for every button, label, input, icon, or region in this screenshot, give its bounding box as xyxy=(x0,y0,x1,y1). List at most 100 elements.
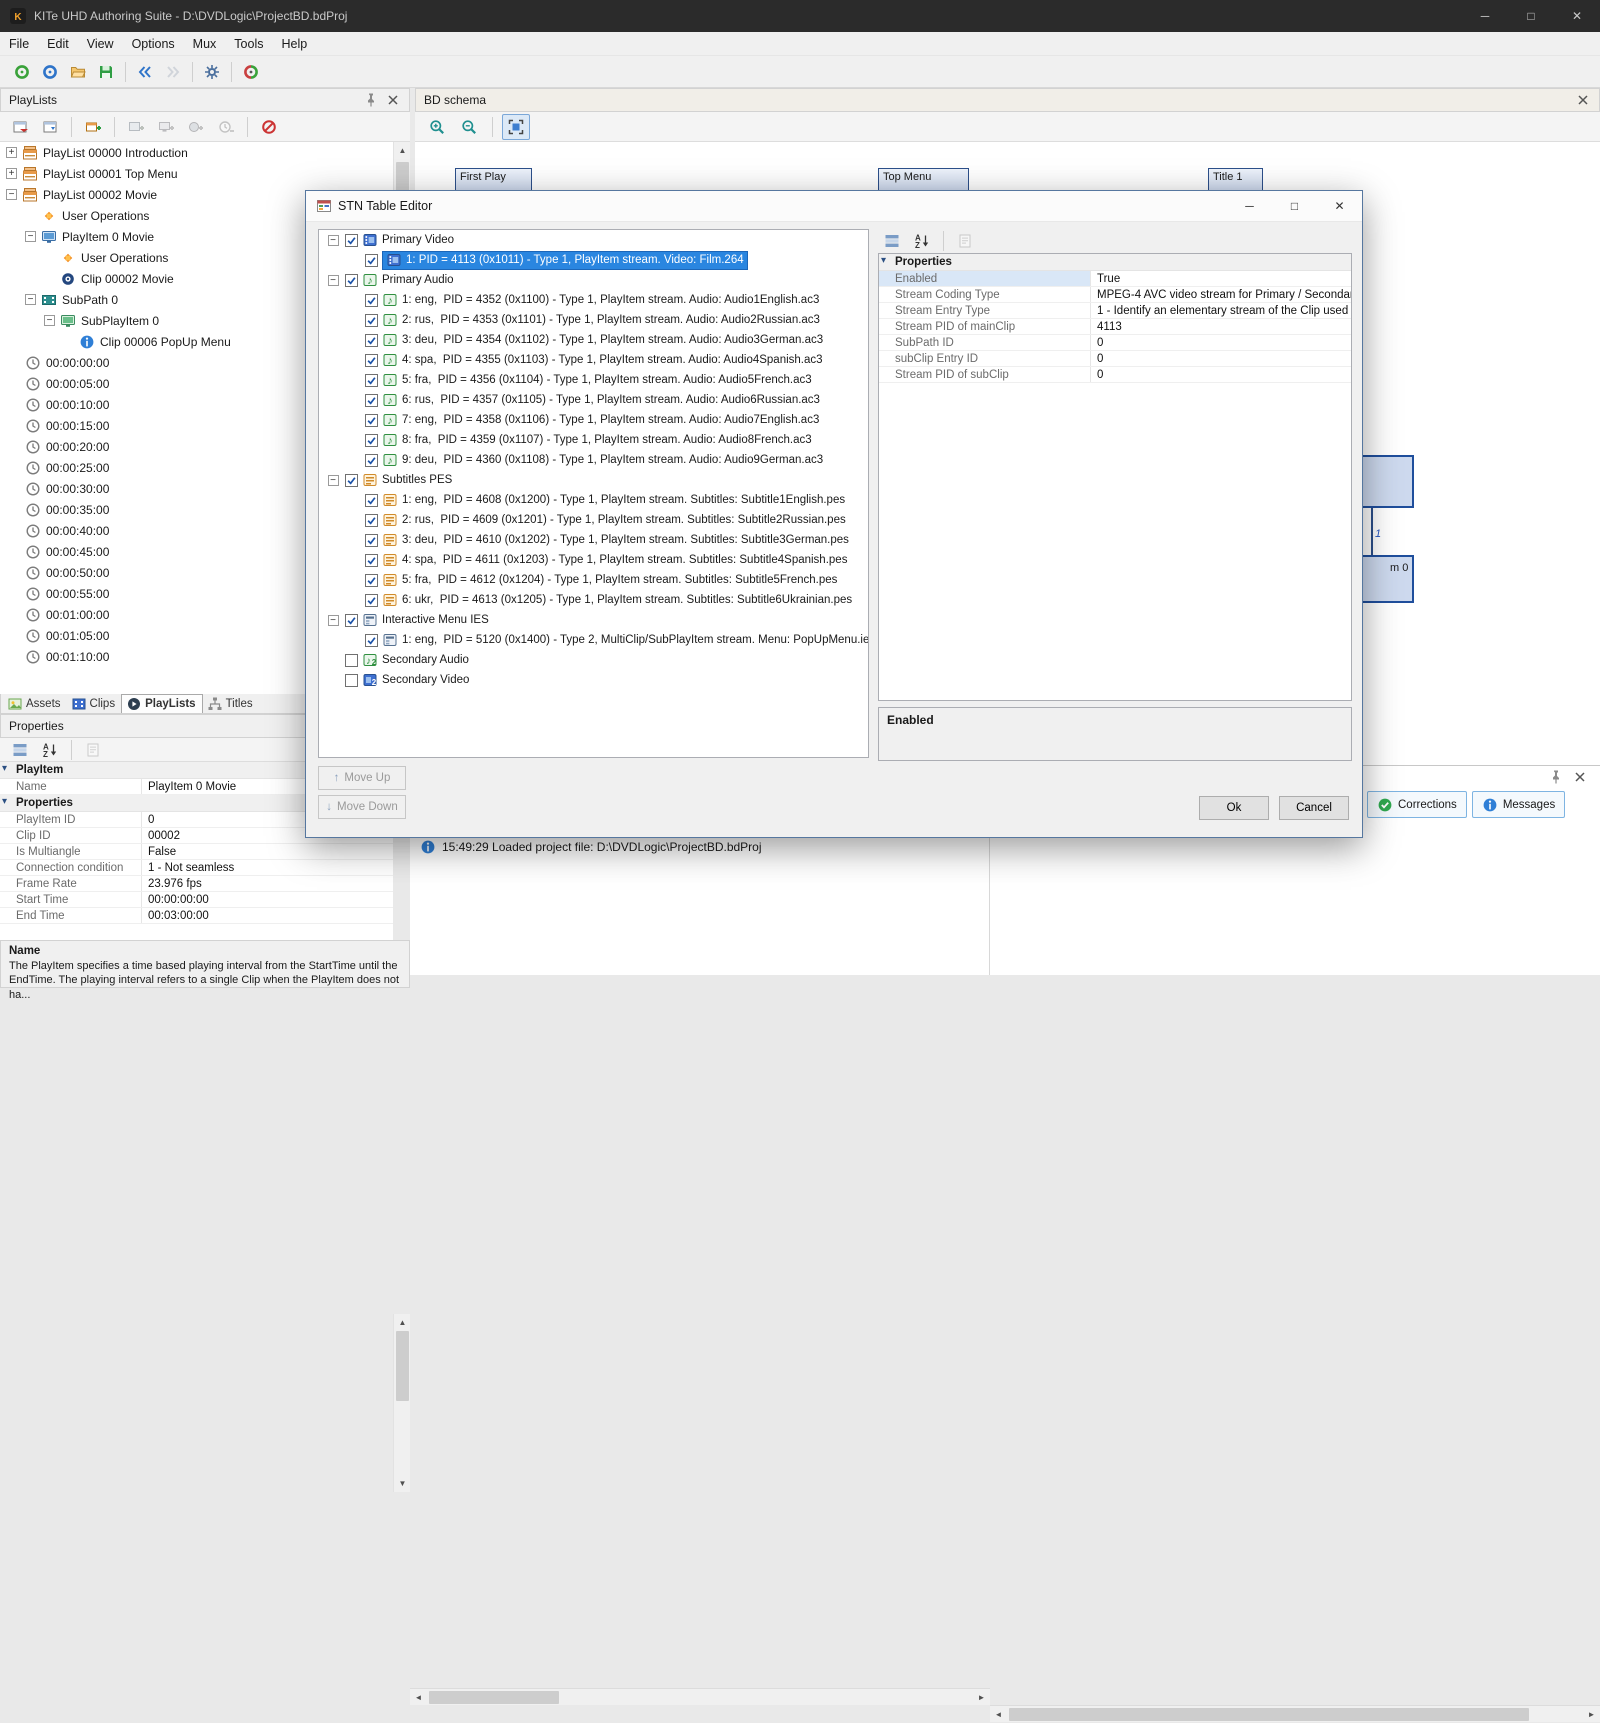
collapse-toggle-icon[interactable]: − xyxy=(328,615,339,626)
tab-clips[interactable]: Clips xyxy=(67,694,122,713)
tab-titles[interactable]: Titles xyxy=(203,694,259,713)
collapse-toggle-icon[interactable]: − xyxy=(44,315,55,326)
pin-icon[interactable] xyxy=(363,93,379,107)
property-value[interactable]: 0 xyxy=(1091,369,1351,381)
stream-row[interactable]: ♪8: fra, PID = 4359 (0x1107) - Type 1, P… xyxy=(319,430,868,450)
close-icon[interactable]: ✕ xyxy=(1317,191,1362,222)
property-value[interactable]: 1 - Identify an elementary stream of the… xyxy=(1091,305,1351,317)
minimize-icon[interactable]: ─ xyxy=(1462,0,1508,32)
menu-edit[interactable]: Edit xyxy=(38,32,78,56)
prop-pages-button[interactable] xyxy=(951,228,979,254)
remove-button[interactable] xyxy=(255,114,283,140)
prop-pages-button[interactable] xyxy=(79,737,107,763)
stream-row[interactable]: 5: fra, PID = 4612 (0x1204) - Type 1, Pl… xyxy=(319,570,868,590)
stream-checkbox[interactable] xyxy=(365,414,378,427)
stream-row[interactable]: ♪9: deu, PID = 4360 (0x1108) - Type 1, P… xyxy=(319,450,868,470)
property-row[interactable]: Connection condition1 - Not seamless xyxy=(0,860,393,876)
zoom-in-button[interactable] xyxy=(423,114,451,140)
menu-file[interactable]: File xyxy=(0,32,38,56)
property-value[interactable]: 0 xyxy=(1091,337,1351,349)
stream-checkbox[interactable] xyxy=(365,594,378,607)
close-panel-icon[interactable] xyxy=(1575,93,1591,107)
cancel-button[interactable]: Cancel xyxy=(1279,796,1349,820)
import-playlist-button[interactable] xyxy=(6,114,34,140)
move-up-button[interactable]: ↑ Move Up xyxy=(318,766,406,790)
stream-property-row[interactable]: EnabledTrue xyxy=(879,271,1351,287)
aux-scrollbar[interactable]: ◄► xyxy=(990,1705,1600,1722)
stream-group-row[interactable]: −Interactive Menu IES xyxy=(319,610,868,630)
collapse-arrow-icon[interactable]: ▾ xyxy=(2,796,7,807)
open-folder-button[interactable] xyxy=(64,59,92,85)
stream-checkbox[interactable] xyxy=(365,294,378,307)
add-interval-button[interactable] xyxy=(212,114,240,140)
stream-row[interactable]: 1: PID = 4113 (0x1011) - Type 1, PlayIte… xyxy=(319,250,868,270)
stream-property-row[interactable]: Stream PID of mainClip4113 xyxy=(879,319,1351,335)
stream-row[interactable]: 1: eng, PID = 5120 (0x1400) - Type 2, Mu… xyxy=(319,630,868,650)
stream-checkbox[interactable] xyxy=(345,274,358,287)
stream-row[interactable]: 2: rus, PID = 4609 (0x1201) - Type 1, Pl… xyxy=(319,510,868,530)
add-clip-button[interactable] xyxy=(182,114,210,140)
save-button[interactable] xyxy=(92,59,120,85)
property-value[interactable]: 00:03:00:00 xyxy=(142,910,393,922)
pin-icon[interactable] xyxy=(1548,770,1564,784)
stream-row[interactable]: ♪3: deu, PID = 4354 (0x1102) - Type 1, P… xyxy=(319,330,868,350)
stream-checkbox[interactable] xyxy=(365,374,378,387)
stream-checkbox[interactable] xyxy=(345,474,358,487)
stream-row[interactable]: 3: deu, PID = 4610 (0x1202) - Type 1, Pl… xyxy=(319,530,868,550)
stream-group-row[interactable]: ♪2Secondary Audio xyxy=(319,650,868,670)
playlists-tree-item[interactable]: +PlayList 00000 Introduction xyxy=(0,142,393,163)
stream-checkbox[interactable] xyxy=(365,494,378,507)
stream-group-row[interactable]: −♪Primary Audio xyxy=(319,270,868,290)
stream-property-row[interactable]: Stream PID of subClip0 xyxy=(879,367,1351,383)
burn-disc-button[interactable] xyxy=(36,59,64,85)
add-playitem-button[interactable] xyxy=(152,114,180,140)
menu-view[interactable]: View xyxy=(78,32,123,56)
fit-selection-button[interactable] xyxy=(502,114,530,140)
stream-checkbox[interactable] xyxy=(365,454,378,467)
az-sort-button[interactable]: AZ xyxy=(908,228,936,254)
stream-checkbox[interactable] xyxy=(365,314,378,327)
menu-mux[interactable]: Mux xyxy=(184,32,226,56)
categorized-button[interactable] xyxy=(6,737,34,763)
ok-button[interactable]: Ok xyxy=(1199,796,1269,820)
stream-checkbox[interactable] xyxy=(345,674,358,687)
property-value[interactable]: False xyxy=(142,846,393,858)
stream-row[interactable]: 1: eng, PID = 4608 (0x1200) - Type 1, Pl… xyxy=(319,490,868,510)
stream-row[interactable]: 6: ukr, PID = 4613 (0x1205) - Type 1, Pl… xyxy=(319,590,868,610)
property-value[interactable]: 0 xyxy=(1091,353,1351,365)
log-scrollbar[interactable]: ◄► xyxy=(410,1688,990,1705)
collapse-toggle-icon[interactable]: − xyxy=(328,275,339,286)
stream-group-row[interactable]: 2Secondary Video xyxy=(319,670,868,690)
add-playlist-button[interactable] xyxy=(79,114,107,140)
stream-row[interactable]: ♪5: fra, PID = 4356 (0x1104) - Type 1, P… xyxy=(319,370,868,390)
stream-checkbox[interactable] xyxy=(365,434,378,447)
maximize-icon[interactable]: □ xyxy=(1272,191,1317,222)
collapse-arrow-icon[interactable]: ▾ xyxy=(881,255,886,266)
stream-checkbox[interactable] xyxy=(365,534,378,547)
log-message[interactable]: 15:49:29 Loaded project file: D:\DVDLogi… xyxy=(410,836,989,858)
messages-button[interactable]: Messages xyxy=(1472,791,1565,818)
stream-checkbox[interactable] xyxy=(345,654,358,667)
stream-checkbox[interactable] xyxy=(365,634,378,647)
property-value[interactable]: 1 - Not seamless xyxy=(142,862,393,874)
menu-options[interactable]: Options xyxy=(123,32,184,56)
stream-row[interactable]: ♪7: eng, PID = 4358 (0x1106) - Type 1, P… xyxy=(319,410,868,430)
add-movie-button[interactable] xyxy=(122,114,150,140)
property-row[interactable]: End Time00:03:00:00 xyxy=(0,908,393,924)
new-disc-button[interactable] xyxy=(8,59,36,85)
maximize-icon[interactable]: □ xyxy=(1508,0,1554,32)
stream-row[interactable]: 4: spa, PID = 4611 (0x1203) - Type 1, Pl… xyxy=(319,550,868,570)
expand-toggle-icon[interactable]: + xyxy=(6,147,17,158)
tab-assets[interactable]: Assets xyxy=(3,694,67,713)
close-icon[interactable]: ✕ xyxy=(1554,0,1600,32)
menu-help[interactable]: Help xyxy=(272,32,316,56)
playlists-tree-item[interactable]: +PlayList 00001 Top Menu xyxy=(0,163,393,184)
stream-group-row[interactable]: −Subtitles PES xyxy=(319,470,868,490)
settings-button[interactable] xyxy=(198,59,226,85)
property-value[interactable]: 00:00:00:00 xyxy=(142,894,393,906)
stream-row[interactable]: ♪2: rus, PID = 4353 (0x1101) - Type 1, P… xyxy=(319,310,868,330)
stream-property-category-row[interactable]: ▾Properties xyxy=(879,254,1351,271)
close-panel-icon[interactable] xyxy=(385,93,401,107)
export-playlist-button[interactable] xyxy=(36,114,64,140)
move-down-button[interactable]: ↓ Move Down xyxy=(318,795,406,819)
